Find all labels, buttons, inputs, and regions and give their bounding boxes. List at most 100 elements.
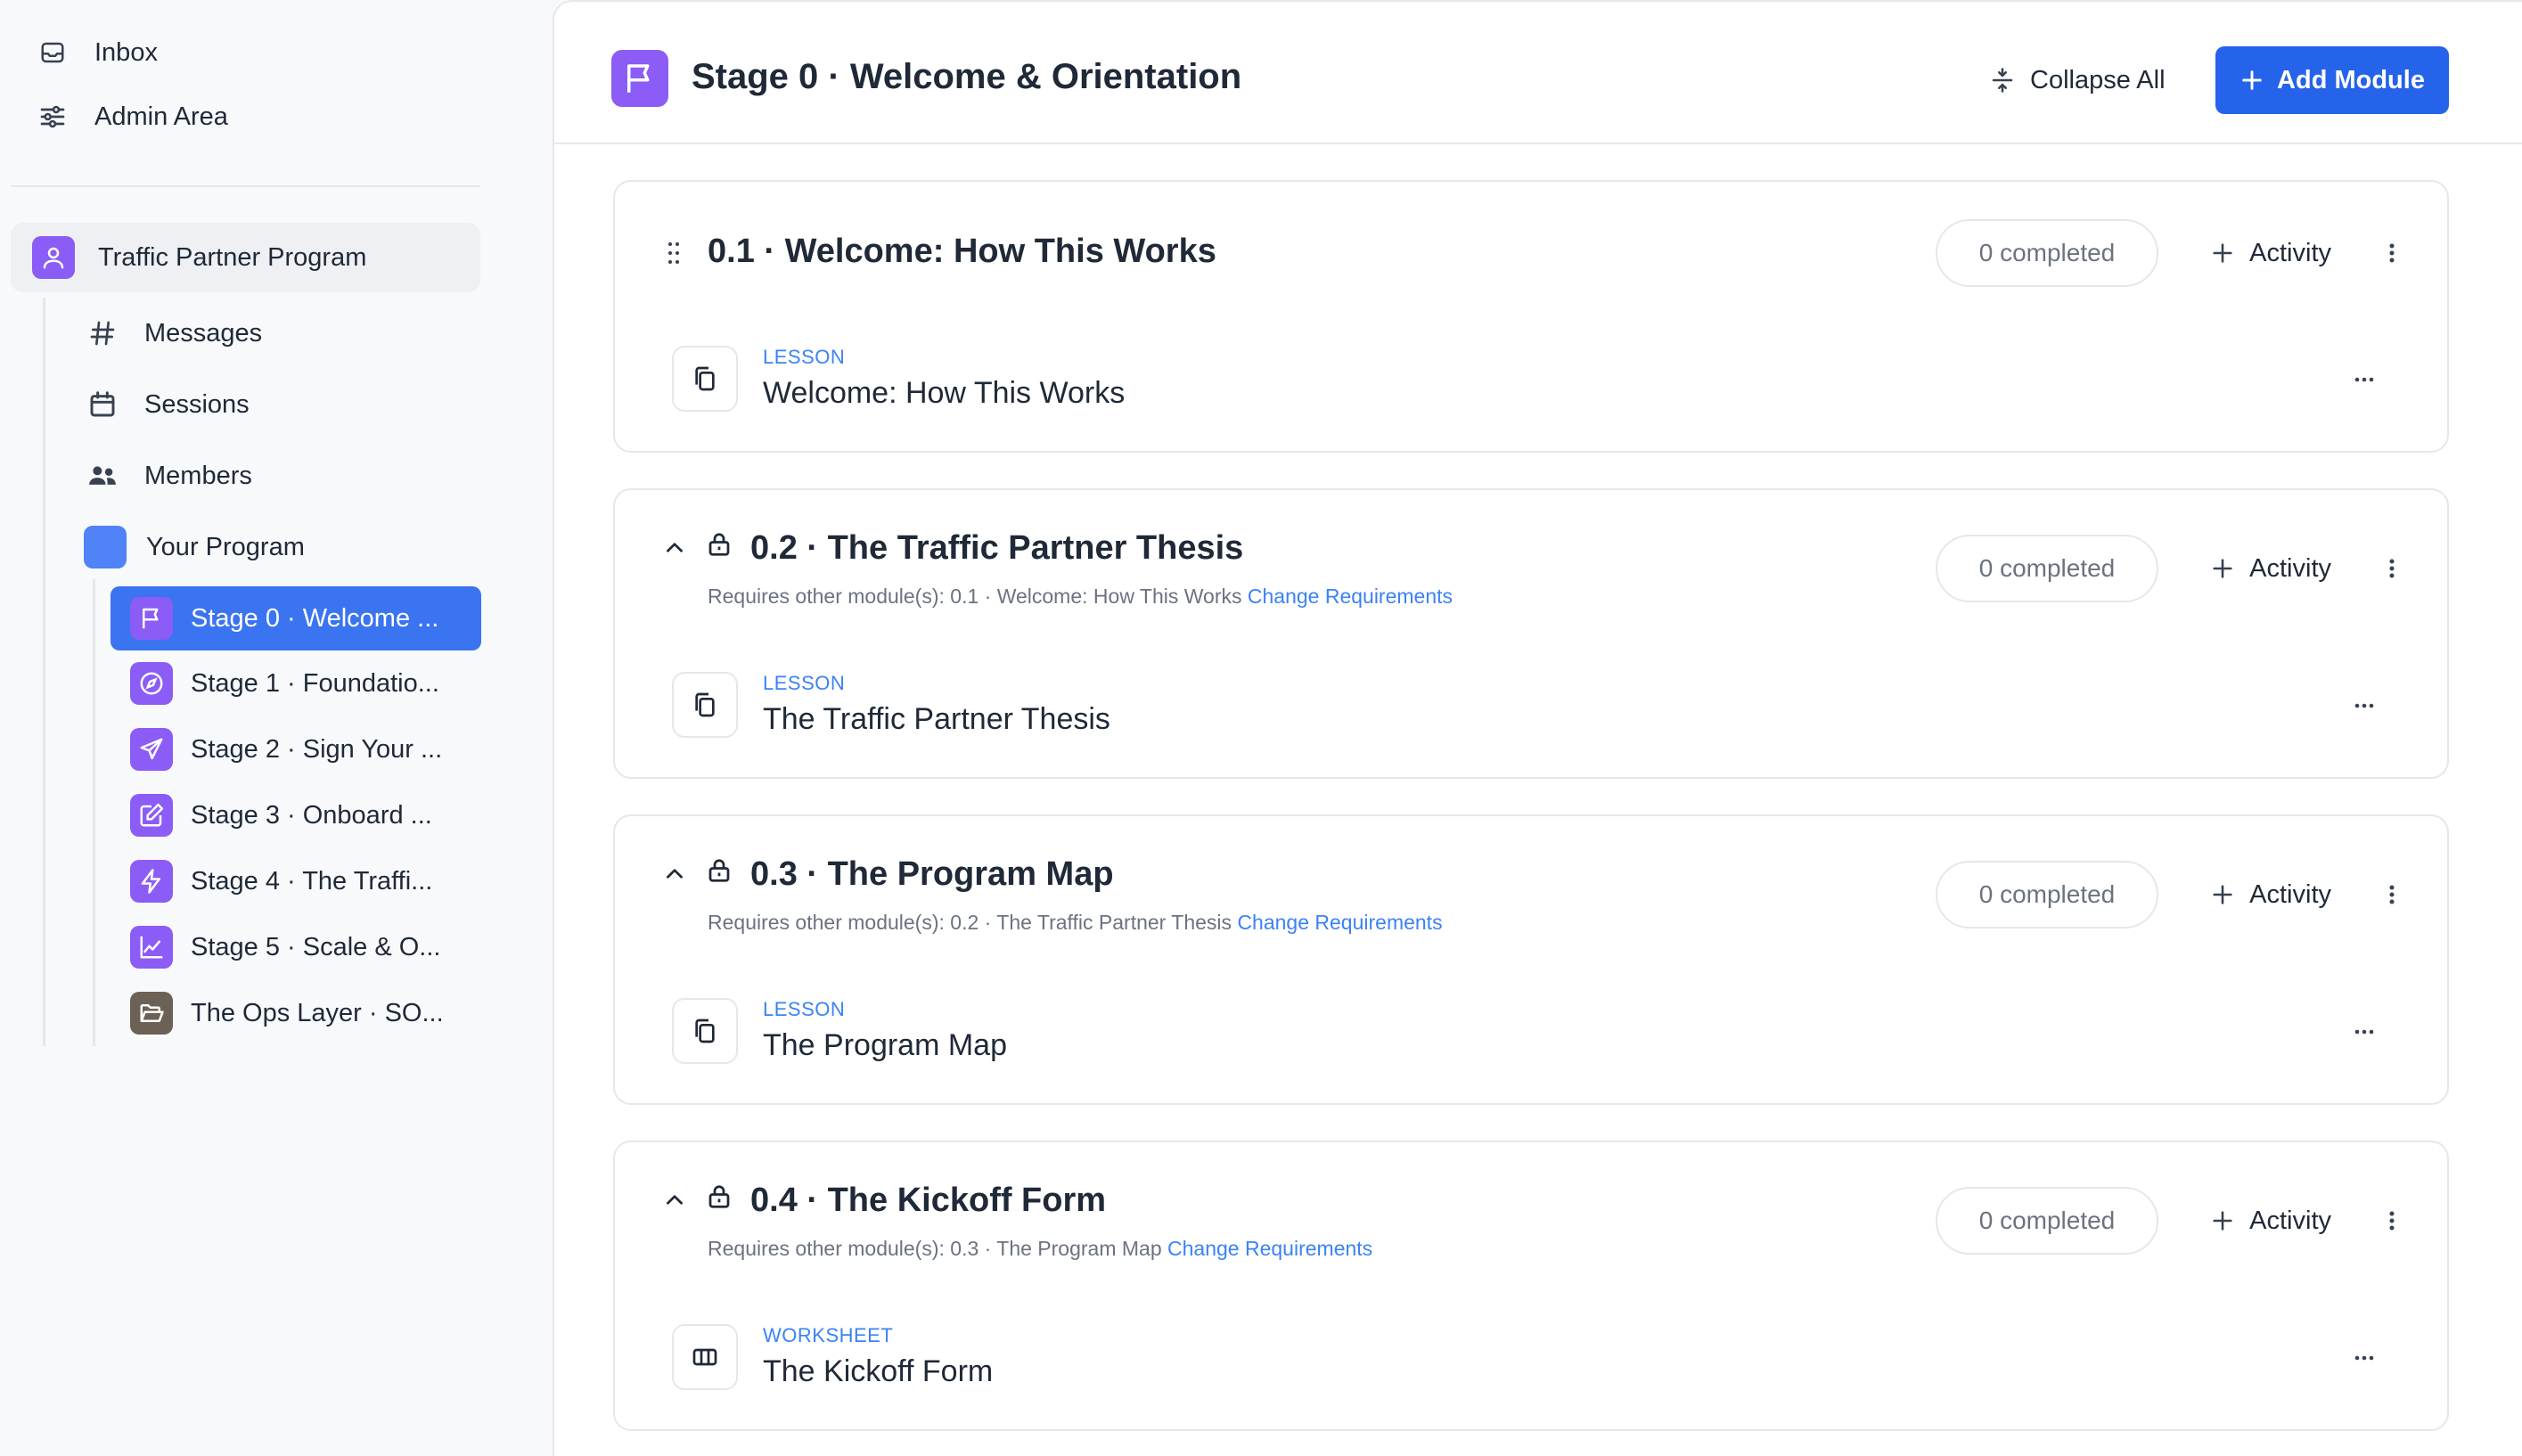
sidebar-item-admin-area[interactable]: Admin Area xyxy=(37,95,228,138)
plus-icon xyxy=(2210,882,2235,907)
stage-label: Stage 2 · Sign Your ... xyxy=(191,734,443,764)
item-kind: WORKSHEET xyxy=(763,1324,894,1346)
sidebar-item-label: Your Program xyxy=(146,532,305,561)
blue-square-icon xyxy=(84,526,127,568)
sidebar-item-label: Members xyxy=(144,461,252,490)
compass-icon xyxy=(130,662,173,705)
worksheet-title-link[interactable]: The Kickoff Form xyxy=(763,1354,993,1389)
tree-line xyxy=(93,579,95,1046)
more-horizontal-icon[interactable] xyxy=(2351,697,2378,715)
change-requirements-link[interactable]: Change Requirements xyxy=(1248,585,1453,608)
collapse-all-label: Collapse All xyxy=(2030,65,2166,94)
add-activity-button[interactable]: Activity xyxy=(2210,868,2331,921)
sidebar-stage-ops-layer[interactable]: The Ops Layer · SO... xyxy=(111,981,481,1045)
sidebar-divider xyxy=(11,185,480,187)
plus-icon xyxy=(2240,68,2264,93)
lock-icon xyxy=(704,529,734,560)
copy-icon xyxy=(672,998,738,1064)
requirement-text: Requires other module(s): 0.2 · The Traf… xyxy=(708,911,1443,935)
module-card: 0.2 · The Traffic Partner Thesis Require… xyxy=(613,488,2449,779)
add-module-button[interactable]: Add Module xyxy=(2215,46,2449,114)
stage-label: Stage 0 · Welcome ... xyxy=(191,603,439,633)
collapse-all-button[interactable]: Collapse All xyxy=(1989,53,2166,107)
item-kind: LESSON xyxy=(763,672,846,694)
hash-icon xyxy=(84,315,121,352)
tree-line xyxy=(43,298,45,1046)
requirement-label: Requires other module(s): 0.2 · The Traf… xyxy=(708,911,1232,934)
activity-label: Activity xyxy=(2249,1206,2331,1235)
sidebar-stage-1[interactable]: Stage 1 · Foundatio... xyxy=(111,651,481,716)
stage-label: Stage 3 · Onboard ... xyxy=(191,800,432,830)
edit-icon xyxy=(130,794,173,837)
plus-icon xyxy=(2210,241,2235,266)
sidebar-program-traffic-partner[interactable]: Traffic Partner Program xyxy=(11,223,480,292)
lesson-title-link[interactable]: The Program Map xyxy=(763,1028,1007,1063)
completed-badge: 0 completed xyxy=(1936,861,2158,928)
users-icon xyxy=(84,457,121,495)
plus-icon xyxy=(2210,1208,2235,1233)
lesson-title-link[interactable]: The Traffic Partner Thesis xyxy=(763,702,1110,737)
chevron-up-icon[interactable] xyxy=(659,1185,690,1215)
lock-icon xyxy=(704,855,734,886)
more-vertical-icon[interactable] xyxy=(2383,551,2401,586)
plus-icon xyxy=(2210,556,2235,581)
sidebar: Inbox Admin Area Traffic Partner Program… xyxy=(0,0,553,1454)
change-requirements-link[interactable]: Change Requirements xyxy=(1237,911,1442,934)
sidebar-item-inbox[interactable]: Inbox xyxy=(37,31,158,74)
more-vertical-icon[interactable] xyxy=(2383,235,2401,271)
sidebar-item-members[interactable]: Members xyxy=(84,454,252,498)
sidebar-stage-3[interactable]: Stage 3 · Onboard ... xyxy=(111,783,481,847)
completed-badge: 0 completed xyxy=(1936,219,2158,287)
main-panel: Stage 0 · Welcome & Orientation Collapse… xyxy=(553,0,2522,1456)
module-title: 0.2 · The Traffic Partner Thesis xyxy=(750,529,1244,567)
more-horizontal-icon[interactable] xyxy=(2351,1349,2378,1367)
user-icon xyxy=(32,236,75,279)
add-module-label: Add Module xyxy=(2277,65,2425,94)
module-card: 0.1 · Welcome: How This Works 0 complete… xyxy=(613,180,2449,453)
chevron-up-icon[interactable] xyxy=(659,859,690,889)
collapse-icon xyxy=(1989,66,2016,94)
completed-badge: 0 completed xyxy=(1936,535,2158,602)
sidebar-item-your-program[interactable]: Your Program xyxy=(84,525,305,569)
activity-label: Activity xyxy=(2249,879,2331,909)
requirement-label: Requires other module(s): 0.3 · The Prog… xyxy=(708,1237,1162,1260)
stage-label: Stage 4 · The Traffi... xyxy=(191,866,433,896)
module-title: 0.3 · The Program Map xyxy=(750,855,1114,893)
lesson-title-link[interactable]: Welcome: How This Works xyxy=(763,376,1125,411)
copy-icon xyxy=(672,346,738,412)
copy-icon xyxy=(672,672,738,738)
requirement-text: Requires other module(s): 0.1 · Welcome:… xyxy=(708,585,1453,609)
more-vertical-icon[interactable] xyxy=(2383,877,2401,912)
sidebar-item-label: Messages xyxy=(144,318,263,348)
chevron-up-icon[interactable] xyxy=(659,533,690,563)
more-vertical-icon[interactable] xyxy=(2383,1203,2401,1239)
sidebar-stage-4[interactable]: Stage 4 · The Traffi... xyxy=(111,849,481,913)
sidebar-stage-2[interactable]: Stage 2 · Sign Your ... xyxy=(111,717,481,781)
sidebar-item-sessions[interactable]: Sessions xyxy=(84,382,250,427)
drag-handle-icon[interactable] xyxy=(663,237,684,269)
sidebar-item-label: Admin Area xyxy=(94,102,228,131)
requirement-label: Requires other module(s): 0.1 · Welcome:… xyxy=(708,585,1242,608)
calendar-icon xyxy=(84,386,121,423)
program-label: Traffic Partner Program xyxy=(98,242,367,272)
page-title: Stage 0 · Welcome & Orientation xyxy=(692,57,1242,96)
item-kind: LESSON xyxy=(763,346,846,368)
activity-label: Activity xyxy=(2249,553,2331,583)
chart-line-icon xyxy=(130,926,173,969)
add-activity-button[interactable]: Activity xyxy=(2210,542,2331,595)
more-horizontal-icon[interactable] xyxy=(2351,1023,2378,1041)
page-header: Stage 0 · Welcome & Orientation Collapse… xyxy=(554,2,2522,144)
module-title: 0.4 · The Kickoff Form xyxy=(750,1182,1107,1219)
sidebar-stage-0[interactable]: Stage 0 · Welcome ... xyxy=(111,586,481,650)
change-requirements-link[interactable]: Change Requirements xyxy=(1167,1237,1372,1260)
requirement-text: Requires other module(s): 0.3 · The Prog… xyxy=(708,1237,1372,1261)
stage-label: Stage 5 · Scale & O... xyxy=(191,932,441,961)
add-activity-button[interactable]: Activity xyxy=(2210,1194,2331,1247)
stage-label: Stage 1 · Foundatio... xyxy=(191,668,439,698)
sidebar-item-label: Sessions xyxy=(144,389,250,419)
add-activity-button[interactable]: Activity xyxy=(2210,226,2331,280)
sidebar-stage-5[interactable]: Stage 5 · Scale & O... xyxy=(111,915,481,979)
more-horizontal-icon[interactable] xyxy=(2351,371,2378,389)
sidebar-item-messages[interactable]: Messages xyxy=(84,311,262,356)
lock-icon xyxy=(704,1182,734,1212)
